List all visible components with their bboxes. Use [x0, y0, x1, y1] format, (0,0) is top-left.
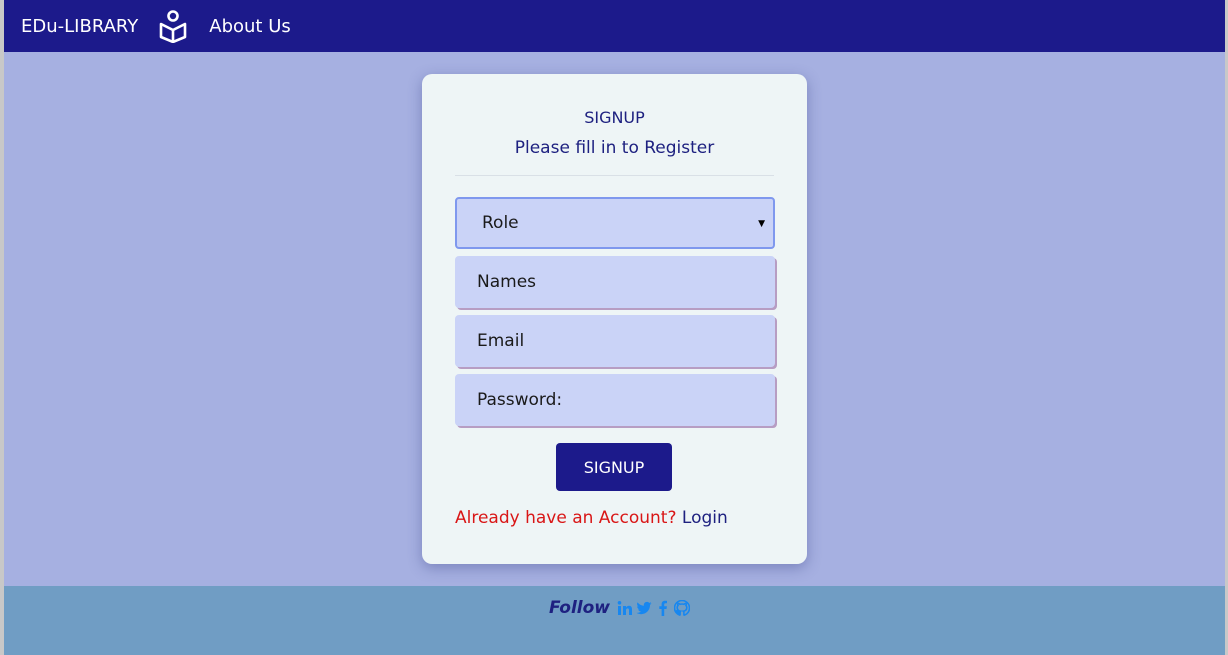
footer: Follow: [4, 586, 1225, 655]
names-input[interactable]: Names: [455, 256, 775, 308]
follow-bar: Follow: [549, 598, 691, 618]
linkedin-icon[interactable]: [617, 600, 633, 616]
github-icon[interactable]: [673, 599, 691, 616]
signup-button[interactable]: SIGNUP: [556, 443, 672, 491]
about-us-link[interactable]: About Us: [209, 16, 291, 37]
twitter-icon[interactable]: [636, 600, 652, 616]
email-placeholder: Email: [477, 331, 525, 351]
page: EDu-LIBRARY About Us SIGNUP Please fill …: [4, 0, 1225, 655]
names-placeholder: Names: [477, 272, 537, 292]
follow-label: Follow: [549, 598, 611, 618]
account-line: Already have an Account? Login: [455, 508, 728, 528]
card-title: SIGNUP: [584, 108, 645, 127]
role-select-value: Role: [482, 213, 519, 233]
divider: [455, 175, 774, 176]
caret-down-icon: ▼: [758, 219, 765, 229]
card-subtitle: Please fill in to Register: [514, 138, 715, 158]
password-placeholder: Password:: [477, 390, 563, 410]
account-question: Already have an Account?: [455, 508, 677, 528]
password-input[interactable]: Password:: [455, 374, 775, 426]
brand-link[interactable]: EDu-LIBRARY: [21, 16, 138, 37]
navbar: EDu-LIBRARY About Us: [4, 0, 1225, 52]
signup-card: SIGNUP Please fill in to Register Role ▼…: [422, 74, 807, 564]
login-link[interactable]: Login: [682, 508, 728, 528]
email-input[interactable]: Email: [455, 315, 775, 367]
facebook-icon[interactable]: [655, 600, 671, 616]
role-select[interactable]: Role ▼: [455, 197, 775, 249]
book-reader-icon[interactable]: [158, 9, 188, 44]
